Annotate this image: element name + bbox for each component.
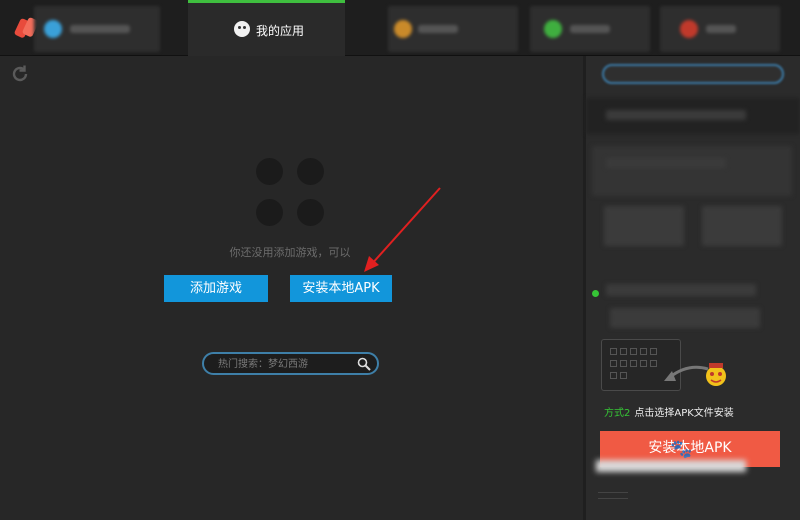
install-local-apk-button[interactable]: 安装本地APK <box>290 275 392 302</box>
search-box <box>202 352 379 375</box>
empty-apps-placeholder-icon <box>256 158 324 226</box>
right-sidebar: 方式2 点击选择APK文件安装 安装本地APK 🐾 <box>586 56 800 520</box>
app-window: 我的应用 你还没用添加游戏，可以 添加游戏 安装本地APK 热门搜索：梦幻西游 … <box>0 0 800 520</box>
search-input[interactable] <box>218 357 348 371</box>
mascot-icon <box>706 363 726 386</box>
sidebar-blurred-line <box>606 158 726 168</box>
refresh-icon[interactable] <box>10 64 30 84</box>
blurred-tab-4[interactable] <box>660 6 780 52</box>
sidebar-blurred-method1-text <box>610 308 760 328</box>
my-apps-tab-icon <box>234 21 250 37</box>
sidebar-blurred-method1 <box>606 284 756 296</box>
top-nav-bar: 我的应用 <box>0 0 800 56</box>
sidebar-line-1 <box>598 492 628 493</box>
blurred-tab-2[interactable] <box>388 6 518 52</box>
sidebar-watermark-blur <box>596 460 746 472</box>
sidebar-blurred-box-1 <box>604 206 684 246</box>
add-game-button[interactable]: 添加游戏 <box>164 275 268 302</box>
method2-tag: 方式2 <box>604 408 631 419</box>
sidebar-search-box[interactable] <box>602 64 784 84</box>
method2-text: 点击选择APK文件安装 <box>634 408 734 419</box>
blurred-tab-1[interactable] <box>34 6 160 52</box>
sidebar-blurred-card <box>592 146 792 196</box>
sidebar-blurred-box-2 <box>702 206 782 246</box>
tab-my-apps[interactable]: 我的应用 <box>188 0 345 56</box>
method2-instruction: 方式2 点击选择APK文件安装 <box>604 404 734 419</box>
annotation-arrow <box>364 187 441 272</box>
status-dot <box>592 290 599 297</box>
sidebar-line-2 <box>598 498 628 499</box>
tab-my-apps-label: 我的应用 <box>256 24 305 38</box>
blurred-tab-3[interactable] <box>530 6 650 52</box>
sidebar-blurred-text <box>606 110 746 120</box>
search-icon[interactable] <box>357 357 371 371</box>
